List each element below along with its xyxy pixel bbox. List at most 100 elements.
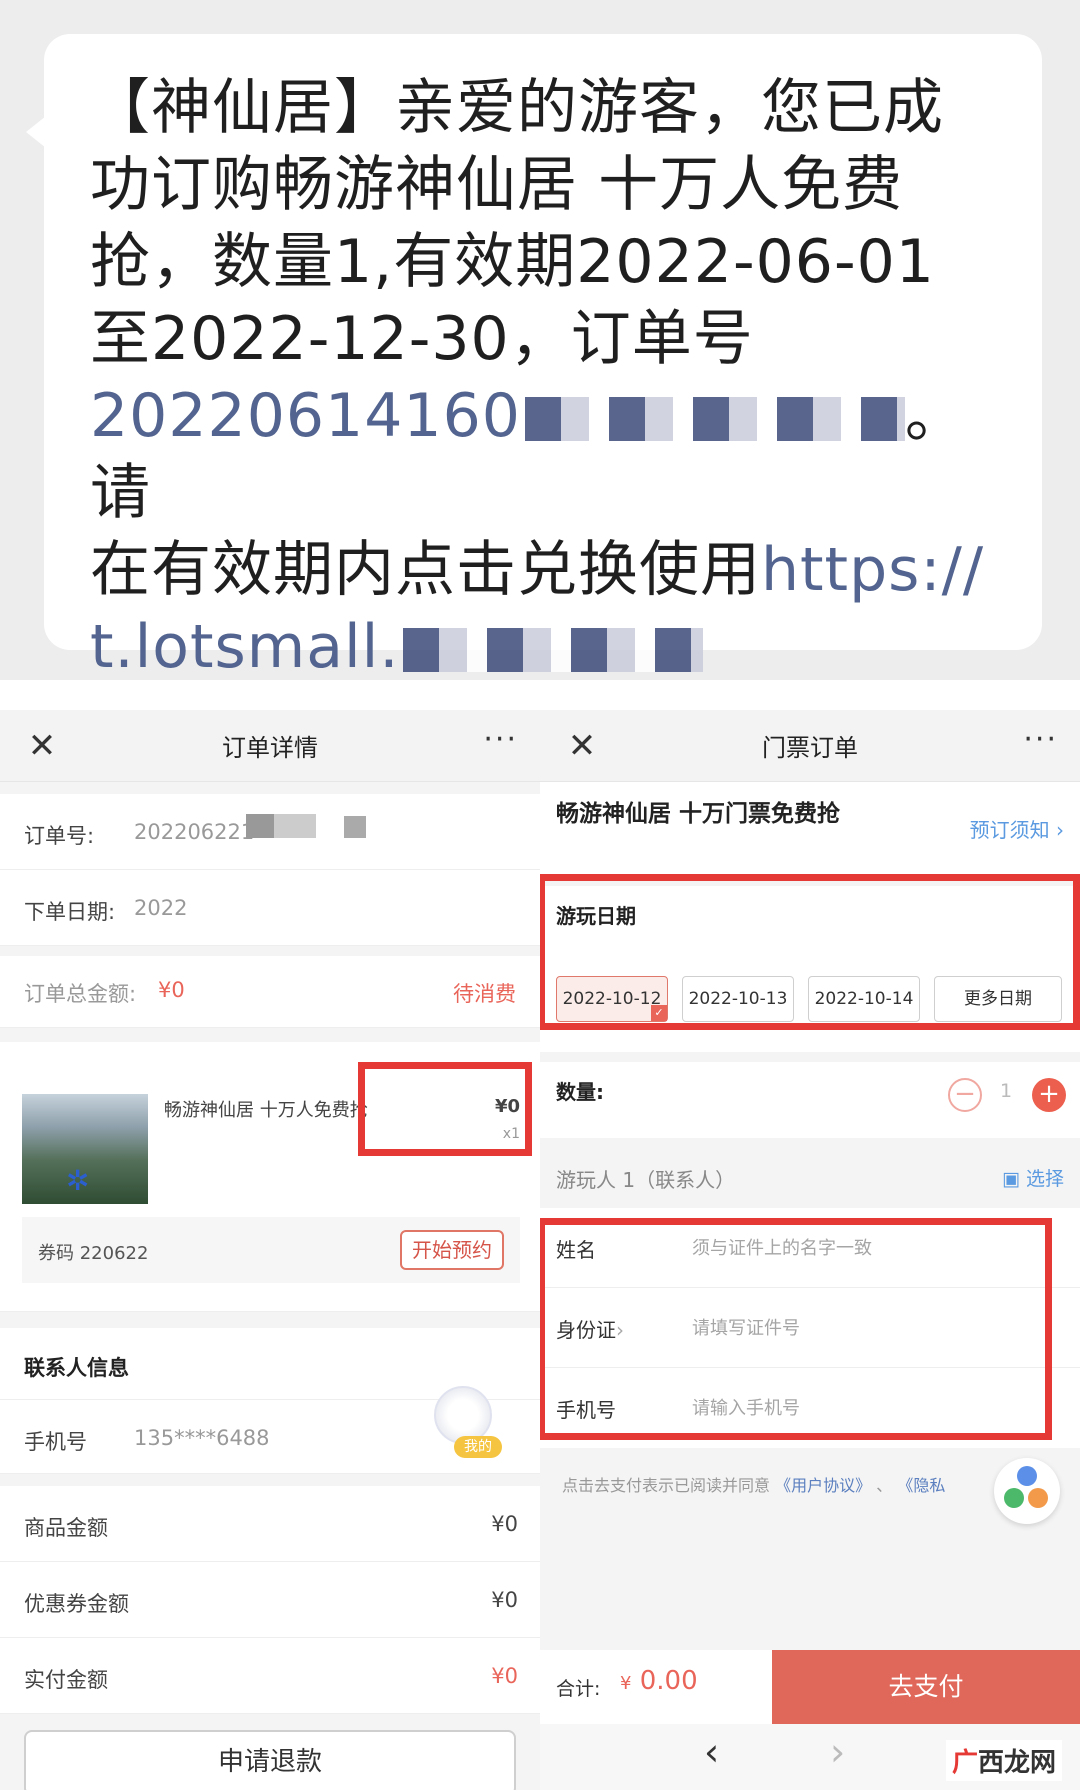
name-label: 姓名 [556, 1238, 596, 1262]
id-label: 身份证› [556, 1314, 624, 1343]
redaction-blur [403, 628, 704, 673]
product-qty: x1 [502, 1126, 520, 1142]
order-number-value: 202206221 [134, 820, 255, 844]
page-title: 订单详情 [222, 734, 318, 762]
check-icon: ✓ [651, 1005, 667, 1021]
page-title: 门票订单 [762, 734, 858, 762]
sms-link-domain[interactable]: t.lotsmall. [90, 612, 399, 682]
my-floating-badge[interactable]: 我的 [420, 1378, 506, 1462]
goods-amount-label: 商品金额 [24, 1516, 108, 1540]
agreement-text: 点击去支付表示已阅读并同意 《用户协议》 、 《隐私 [562, 1472, 945, 1496]
phone-field-row[interactable]: 手机号 请输入手机号 [540, 1368, 1080, 1448]
phone-label: 手机号 [24, 1430, 87, 1454]
order-date-label: 下单日期: [24, 900, 116, 924]
privacy-link[interactable]: 《隐私 [897, 1476, 945, 1495]
order-number-label: 订单号: [24, 824, 95, 848]
product-name[interactable]: 畅游神仙居 十万人免费抢 [164, 1096, 368, 1122]
status-badge: 待消费 [453, 982, 516, 1006]
order-date-value: 2022 [134, 896, 188, 920]
phone-label: 手机号 [556, 1398, 616, 1422]
redaction-blur [246, 814, 316, 838]
paid-amount-value: ¥0 [491, 1664, 518, 1688]
more-icon[interactable]: ··· [483, 722, 518, 757]
back-arrow-icon[interactable]: ‹ [704, 1730, 719, 1774]
user-icon [1017, 1466, 1037, 1486]
redaction-blur [344, 816, 366, 838]
date-option[interactable]: 2022-10-14 [808, 976, 920, 1022]
navbar: ✕ 订单详情 ··· [0, 710, 540, 782]
select-label: 选择 [1025, 1168, 1064, 1190]
coupon-amount-row: 优惠券金额 ¥0 [0, 1562, 540, 1638]
site-watermark: 广西龙网 [946, 1740, 1063, 1781]
date-option[interactable]: 2022-10-13 [682, 976, 794, 1022]
forward-arrow-icon[interactable]: › [830, 1730, 845, 1774]
agreement-prefix: 点击去支付表示已阅读并同意 [562, 1476, 771, 1495]
play-date-title: 游玩日期 [556, 904, 636, 928]
product-title: 畅游神仙居 十万门票免费抢 [556, 801, 841, 827]
order-detail-screen: ✕ 订单详情 ··· 订单号: 202206221 下单日期: 2022 订单总… [0, 710, 540, 1790]
sms-line1: 亲爱的游客，您已成 [395, 73, 944, 143]
contact-card-icon: ▣ [1001, 1168, 1020, 1190]
sms-order-number[interactable]: 20220614160 [90, 381, 521, 451]
order-number-row: 订单号: 202206221 [0, 794, 540, 870]
lock-icon [1028, 1488, 1048, 1508]
apply-refund-button[interactable]: 申请退款 [24, 1730, 516, 1790]
quantity-value: 1 [1000, 1080, 1013, 1102]
visitor-form: 姓名 须与证件上的名字一致 身份证› 请填写证件号 手机号 请输入手机号 [540, 1208, 1080, 1448]
sms-screenshot: 【神仙居】亲爱的游客，您已成 功订购畅游神仙居 十万人免费 抢，数量1,有效期2… [0, 0, 1080, 682]
my-label: 我的 [454, 1436, 502, 1458]
floating-menu-button[interactable] [994, 1458, 1060, 1524]
visitor-heading: 游玩人 1（联系人） [556, 1168, 736, 1192]
product-price: ¥0 [494, 1096, 520, 1117]
plus-icon[interactable]: + [1032, 1078, 1066, 1112]
home-icon [1004, 1488, 1024, 1508]
name-field-row[interactable]: 姓名 须与证件上的名字一致 [540, 1208, 1080, 1288]
start-reservation-button[interactable]: 开始预约 [400, 1230, 504, 1270]
more-icon[interactable]: ··· [1023, 722, 1058, 757]
id-input[interactable]: 请填写证件号 [692, 1314, 800, 1340]
more-dates-button[interactable]: 更多日期 [934, 976, 1062, 1022]
id-label-text: 身份证 [556, 1318, 616, 1342]
user-agreement-link[interactable]: 《用户协议》 [775, 1476, 871, 1495]
sms-link-prefix[interactable]: https:// [761, 535, 984, 605]
total-value: 0.00 [639, 1666, 698, 1696]
voucher-code: 券码 220622 [38, 1243, 149, 1264]
order-total-value: ¥0 [158, 978, 185, 1002]
sms-line6: 在有效期内点击兑换使用 [90, 535, 761, 605]
product-card: 畅游神仙居 十万人免费抢 ¥0 x1 券码 220622 开始预约 [0, 1042, 540, 1312]
total-amount: ¥ 0.00 [620, 1666, 698, 1696]
sms-line3: 抢，数量1,有效期2022-06-01 [90, 227, 935, 297]
chevron-right-icon: › [616, 1318, 624, 1342]
booking-notice-link[interactable]: 预订须知 › [970, 814, 1064, 843]
minus-icon[interactable]: − [948, 1078, 982, 1112]
goods-amount-row: 商品金额 ¥0 [0, 1486, 540, 1562]
paid-amount-label: 实付金额 [24, 1668, 108, 1692]
date-option-label: 2022-10-12 [562, 989, 662, 1009]
order-total-label: 订单总金额: [24, 982, 137, 1006]
date-option[interactable]: 2022-10-12 ✓ [556, 976, 668, 1022]
redaction-blur [524, 397, 905, 442]
separator [0, 680, 1080, 710]
name-input[interactable]: 须与证件上的名字一致 [692, 1234, 872, 1260]
order-date-row: 下单日期: 2022 [0, 870, 540, 946]
sms-brand: 【神仙居】 [90, 73, 395, 143]
coupon-amount-value: ¥0 [491, 1588, 518, 1612]
phone-value: 135****6488 [134, 1426, 270, 1450]
agreement-separator: 、 [876, 1476, 893, 1495]
ticket-order-screen: ✕ 门票订单 ··· 畅游神仙居 十万门票免费抢 预订须知 › 游玩日期 202… [540, 710, 1080, 1790]
sms-bubble: 【神仙居】亲爱的游客，您已成 功订购畅游神仙居 十万人免费 抢，数量1,有效期2… [26, 34, 1042, 682]
order-total-row: 订单总金额: ¥0 待消费 [0, 956, 540, 1028]
booking-notice-label: 预订须知 [969, 818, 1050, 842]
id-field-row[interactable]: 身份证› 请填写证件号 [540, 1288, 1080, 1368]
sms-line4: 至2022-12-30，订单号 [90, 304, 754, 374]
quantity-row [540, 1062, 1080, 1138]
watermark-accent: 广 [952, 1748, 979, 1778]
select-contact-button[interactable]: ▣ 选择 [1002, 1164, 1064, 1191]
contact-heading: 联系人信息 [24, 1356, 129, 1380]
navbar: ✕ 门票订单 ··· [540, 710, 1080, 782]
pay-button[interactable]: 去支付 [772, 1650, 1080, 1724]
product-thumbnail[interactable] [22, 1094, 148, 1204]
phone-input[interactable]: 请输入手机号 [692, 1394, 800, 1420]
currency-symbol: ¥ [620, 1673, 632, 1694]
paid-amount-row: 实付金额 ¥0 [0, 1638, 540, 1714]
